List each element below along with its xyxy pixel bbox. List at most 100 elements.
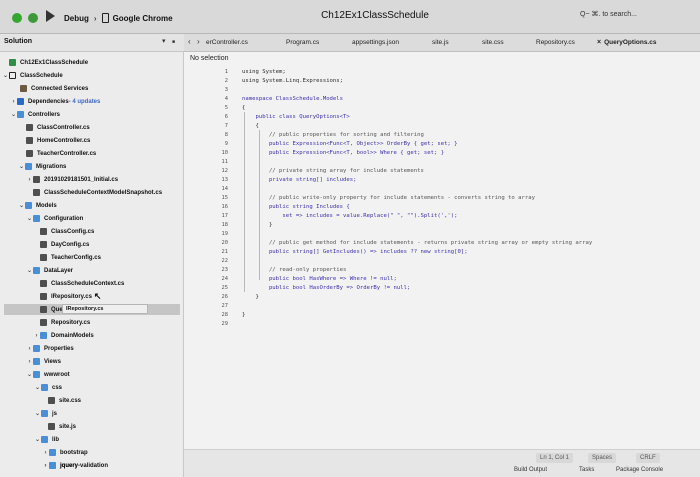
tree-item-js[interactable]: ⌄ js [34,408,57,419]
line-number: 3 [224,87,228,93]
line-number: 22 [221,258,229,264]
tab-site-js[interactable]: site.js [432,34,449,52]
scheme-selector[interactable]: Debug › Google Chrome [64,9,173,27]
chevron-down-icon[interactable]: ⌄ [26,371,33,378]
tree-item-label: Configuration [44,215,84,222]
pad-close-icon[interactable]: ■ [172,39,175,45]
close-icon[interactable]: × [597,39,601,46]
chevron-down-icon[interactable]: ⌄ [10,111,17,118]
tab-program[interactable]: Program.cs [286,34,319,52]
tree-item-wwwroot[interactable]: ⌄ wwwroot [26,369,70,380]
tree-item-connected-services[interactable]: Connected Services [20,83,88,94]
line-number: 16 [221,204,229,210]
tree-item-datalayer[interactable]: ⌄ DataLayer [26,265,73,276]
code-line: public string[] GetIncludes() => include… [242,249,468,255]
device-label[interactable]: Google Chrome [113,14,173,23]
tab-teacher-controller[interactable]: erController.cs [206,34,248,52]
chevron-down-icon[interactable]: ⌄ [26,267,33,274]
tree-item-solution[interactable]: Ch12Ex1ClassSchedule [2,57,88,68]
chevron-down-icon[interactable]: ⌄ [18,163,25,170]
tree-item-label: Views [44,358,61,365]
status-light-icon [12,13,22,23]
tree-item-file[interactable]: IRepository.cs ↖ [40,291,101,302]
tree-item-configuration[interactable]: ⌄ Configuration [26,213,83,224]
run-button[interactable] [46,10,55,22]
tree-item-file[interactable]: HomeController.cs [26,135,90,146]
tree-item-label: HomeController.cs [37,137,91,144]
tree-item-label: site.js [59,423,77,430]
tree-item-file[interactable]: site.js [48,421,76,432]
tree-item-file[interactable]: site.css [48,395,81,406]
chevron-down-icon[interactable]: ⌄ [34,436,41,443]
tree-item-properties[interactable]: › Properties [26,343,74,354]
tree-item-file[interactable]: TeacherConfig.cs [40,252,101,263]
tree-item-file[interactable]: › 20191029181501_Initial.cs [26,174,118,185]
tree-item-label: ClassScheduleContext.cs [51,280,125,287]
tree-item-label: js [52,410,58,417]
indentation-setting[interactable]: Spaces [588,453,617,463]
tree-item-project[interactable]: ⌄ ClassSchedule [2,70,63,81]
pad-options-icon[interactable]: ▾ [162,37,166,45]
tree-item-file[interactable]: ClassController.cs [26,122,90,133]
tab-appsettings[interactable]: appsettings.json [352,34,399,52]
tab-forward-icon[interactable]: › [197,37,200,46]
package-console-pad[interactable]: Package Console [616,467,663,473]
chevron-down-icon[interactable]: ⌄ [34,410,41,417]
chevron-right-icon[interactable]: › [26,346,33,352]
configuration-label[interactable]: Debug [64,14,89,23]
code-line: { [242,123,259,129]
file-icon [40,241,47,248]
tree-item-views[interactable]: › Views [26,356,61,367]
tab-repository[interactable]: Repository.cs [536,34,575,52]
line-ending-setting[interactable]: CRLF [636,453,660,463]
tab-site-css[interactable]: site.css [482,34,504,52]
chevron-down-icon[interactable]: ⌄ [34,384,41,391]
line-number: 12 [221,168,229,174]
chevron-down-icon[interactable]: ⌄ [18,202,25,209]
tree-item-file[interactable]: Repository.cs [40,317,90,328]
line-number: 1 [224,69,228,75]
chevron-down-icon[interactable]: ⌄ [26,215,33,222]
build-output-pad[interactable]: Build Output [514,467,547,473]
chevron-right-icon[interactable]: › [33,333,40,339]
chevron-right-icon[interactable]: › [26,359,33,365]
device-icon [101,13,109,23]
tree-item-css[interactable]: ⌄ css [34,382,62,393]
file-icon [26,150,33,157]
tree-item-file[interactable]: DayConfig.cs [40,239,89,250]
code-line: } [242,312,246,318]
line-number: 6 [224,114,228,120]
tree-item-controllers[interactable]: ⌄ Controllers [10,109,60,120]
tree-item-file[interactable]: TeacherController.cs [26,148,96,159]
tree-item-jquery-validation[interactable]: › jquery-validation [42,460,108,471]
tab-query-options[interactable]: × QueryOptions.cs [597,34,656,52]
chevron-down-icon[interactable]: ⌄ [2,72,9,79]
chevron-right-icon[interactable]: › [10,99,17,105]
code-editor[interactable]: No selection 1 2 3 4 5 6 7 8 9 10 11 12 … [184,52,700,477]
tree-item-lib[interactable]: ⌄ lib [34,434,59,445]
tree-item-file[interactable]: ClassConfig.cs [40,226,94,237]
search-input[interactable]: Q~ ⌘. to search... [580,8,688,22]
tree-item-file[interactable]: ClassScheduleContextModelSnapshot.cs [33,187,162,198]
solution-explorer: Ch12Ex1ClassSchedule ⌄ ClassSchedule Conn… [0,52,184,477]
tab-label: Program.cs [286,39,320,46]
tree-item-migrations[interactable]: ⌄ Migrations [18,161,66,172]
tree-item-domainmodels[interactable]: › DomainModels [33,330,94,341]
tree-item-label: ClassController.cs [37,124,90,131]
chevron-right-icon[interactable]: › [26,177,33,183]
code-line: public Expression<Func<T, bool>> Where {… [242,150,445,156]
cursor-position[interactable]: Ln 1, Col 1 [536,453,574,463]
file-icon [26,124,33,131]
line-number: 14 [221,186,229,192]
main-toolbar: Debug › Google Chrome Ch12Ex1ClassSchedu… [0,0,700,34]
line-number: 17 [221,213,229,219]
tree-item-file[interactable]: ClassScheduleContext.cs [40,278,124,289]
tree-item-dependencies[interactable]: › Dependencies - 4 updates [10,96,100,107]
chevron-right-icon[interactable]: › [42,463,49,469]
tab-label: site.js [432,39,449,46]
tree-item-models[interactable]: ⌄ Models [18,200,57,211]
tree-item-bootstrap[interactable]: › bootstrap [42,447,88,458]
chevron-right-icon[interactable]: › [42,450,49,456]
tasks-pad[interactable]: Tasks [579,467,594,473]
tab-back-icon[interactable]: ‹ [188,37,191,46]
